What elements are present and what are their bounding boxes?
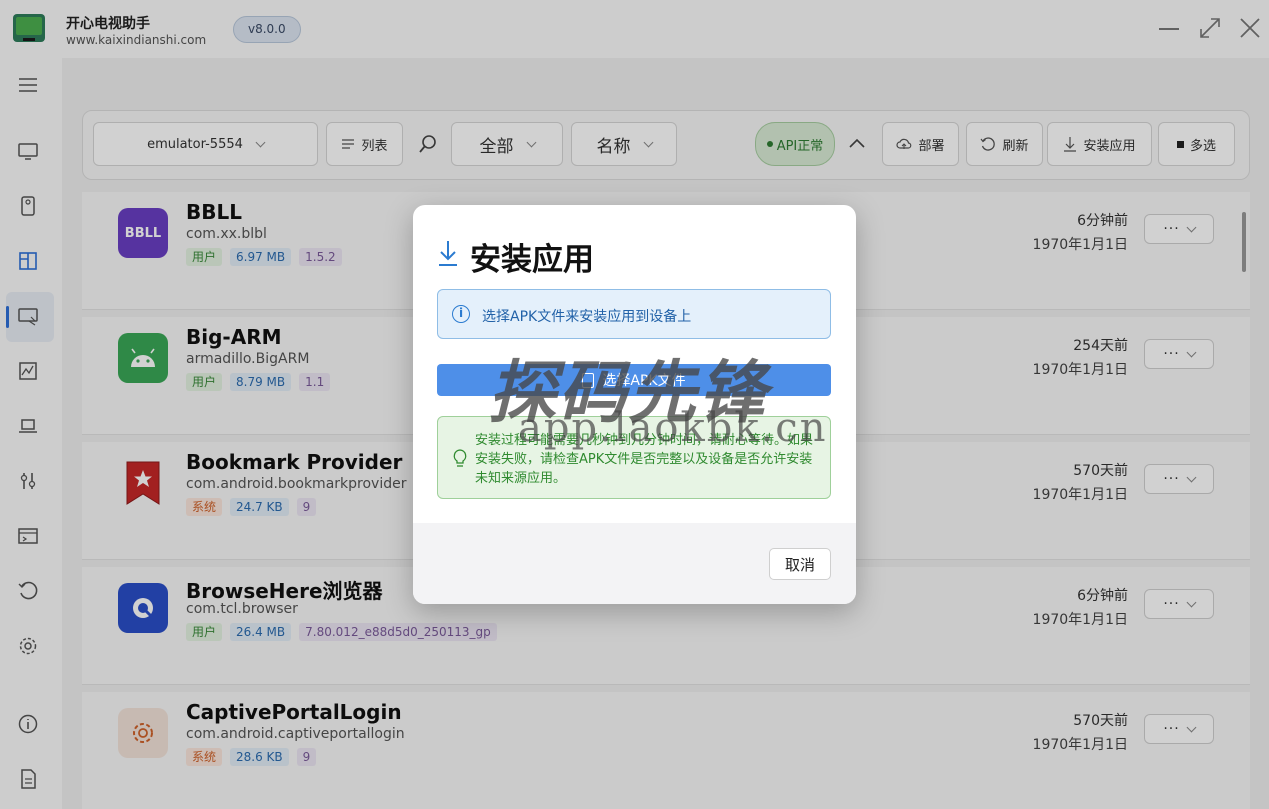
info-text: 选择APK文件来安装应用到设备上 xyxy=(482,309,692,325)
info-icon: i xyxy=(452,305,470,323)
watermark-url: app.laokbk.cn xyxy=(518,405,828,451)
cancel-button[interactable]: 取消 xyxy=(769,548,831,580)
dialog-title: 安装应用 xyxy=(470,242,594,278)
lightbulb-icon xyxy=(452,449,468,469)
download-icon xyxy=(437,239,459,267)
info-alert: i 选择APK文件来安装应用到设备上 xyxy=(437,289,831,339)
